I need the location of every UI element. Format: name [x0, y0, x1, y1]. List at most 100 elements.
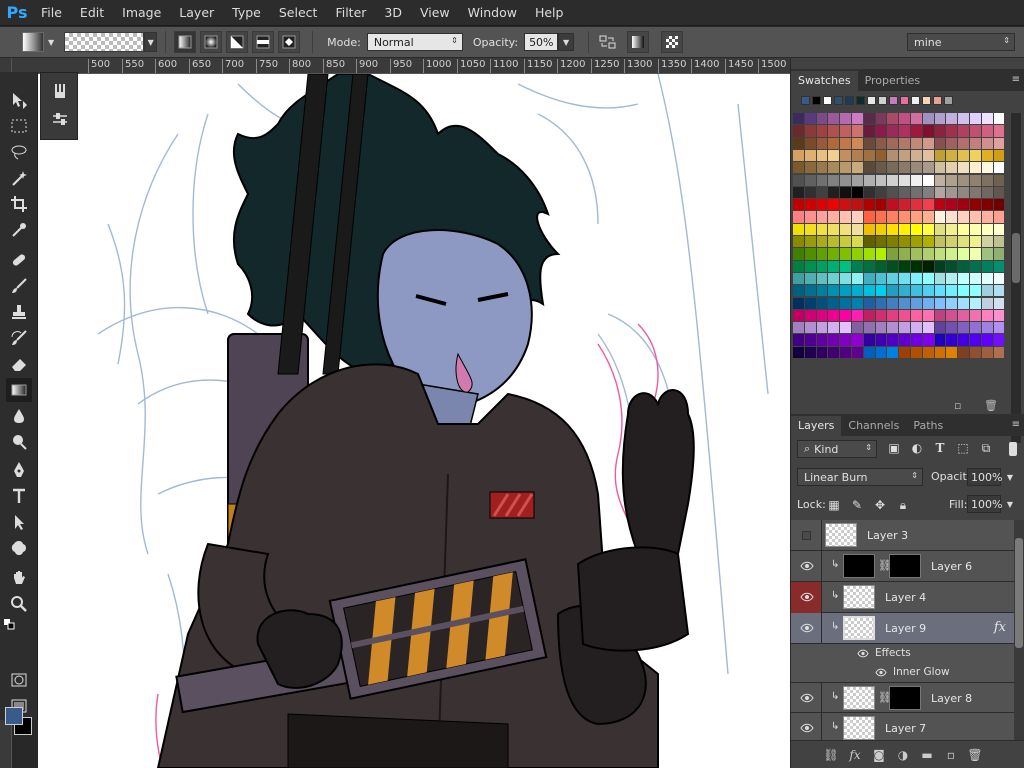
shape-filter-icon[interactable]: ⬚	[954, 439, 972, 457]
color-swatch[interactable]	[852, 297, 863, 309]
color-swatch[interactable]	[911, 260, 922, 272]
swatches-scrollbar[interactable]	[1011, 113, 1021, 443]
color-swatch[interactable]	[922, 223, 934, 235]
pen-tool[interactable]	[6, 458, 32, 482]
marquee-tool[interactable]	[6, 114, 32, 138]
move-tool[interactable]	[6, 88, 32, 112]
color-swatch[interactable]	[852, 162, 863, 174]
color-swatch[interactable]	[840, 223, 851, 235]
color-swatch[interactable]	[981, 248, 993, 260]
color-swatch[interactable]	[887, 186, 899, 199]
color-swatch[interactable]	[816, 223, 828, 235]
color-swatch[interactable]	[816, 334, 828, 346]
color-swatch[interactable]	[946, 334, 958, 346]
layer-name[interactable]: Layer 7	[885, 722, 926, 735]
color-swatch[interactable]	[970, 285, 981, 297]
recent-swatch[interactable]	[944, 96, 953, 105]
adjustment-filter-icon[interactable]: ◐	[908, 439, 926, 457]
color-swatch[interactable]	[911, 334, 922, 346]
color-swatch[interactable]	[840, 137, 851, 149]
color-swatch[interactable]	[840, 346, 851, 358]
fill-input[interactable]: 100%	[967, 495, 1002, 513]
color-swatch[interactable]	[993, 248, 1005, 260]
color-swatch[interactable]	[934, 162, 946, 174]
adjustment-layer-icon[interactable]: ◑	[891, 748, 915, 762]
color-swatch[interactable]	[804, 297, 816, 309]
layer-row[interactable]: ↳ Layer 4	[791, 582, 1014, 613]
color-swatch[interactable]	[899, 285, 910, 297]
color-swatch[interactable]	[911, 125, 922, 137]
layer-name[interactable]: Layer 6	[931, 560, 972, 573]
color-swatch[interactable]	[934, 125, 946, 137]
color-swatch[interactable]	[840, 334, 851, 346]
color-swatch[interactable]	[993, 199, 1005, 211]
visibility-toggle[interactable]	[791, 613, 822, 644]
mode-select[interactable]: Normal ⇕	[366, 33, 463, 51]
lock-transparency-icon[interactable]: ▦	[825, 496, 843, 514]
color-swatch[interactable]	[875, 149, 887, 162]
color-swatch[interactable]	[828, 186, 840, 199]
color-swatch[interactable]	[899, 211, 910, 223]
radial-gradient-button[interactable]	[200, 31, 223, 53]
color-swatch[interactable]	[816, 322, 828, 334]
color-swatch[interactable]	[934, 236, 946, 248]
color-swatch[interactable]	[899, 186, 910, 199]
color-swatch[interactable]	[958, 309, 969, 322]
color-swatch[interactable]	[946, 125, 958, 137]
color-swatch[interactable]	[993, 346, 1005, 358]
color-swatch[interactable]	[804, 260, 816, 272]
new-layer-icon[interactable]: ▫	[939, 748, 963, 762]
add-style-icon[interactable]: fx	[843, 748, 867, 762]
color-swatch[interactable]	[899, 248, 910, 260]
chevron-down-icon[interactable]: ▼	[48, 38, 54, 47]
color-swatch[interactable]	[899, 125, 910, 137]
color-swatch[interactable]	[887, 260, 899, 272]
scroll-thumb[interactable]	[1015, 538, 1023, 648]
color-swatch[interactable]	[970, 162, 981, 174]
opacity-dropdown-icon[interactable]: ▼	[1003, 468, 1017, 486]
healing-brush-tool[interactable]	[6, 248, 32, 272]
color-swatch[interactable]	[946, 211, 958, 223]
color-swatch[interactable]	[970, 223, 981, 235]
color-swatch[interactable]	[887, 137, 899, 149]
color-swatch[interactable]	[840, 260, 851, 272]
color-swatch[interactable]	[828, 334, 840, 346]
color-swatch[interactable]	[970, 137, 981, 149]
color-swatch[interactable]	[946, 223, 958, 235]
color-swatch[interactable]	[981, 309, 993, 322]
diamond-gradient-button[interactable]	[278, 31, 301, 53]
color-swatch[interactable]	[840, 272, 851, 285]
color-swatch[interactable]	[840, 248, 851, 260]
default-colors-icon[interactable]	[4, 618, 16, 632]
color-swatch[interactable]	[993, 322, 1005, 334]
recent-swatch[interactable]	[922, 96, 931, 105]
color-swatch[interactable]	[946, 149, 958, 162]
color-swatch[interactable]	[793, 199, 804, 211]
color-swatch[interactable]	[793, 322, 804, 334]
magic-wand-tool[interactable]	[6, 166, 32, 190]
color-swatch[interactable]	[958, 322, 969, 334]
color-swatch[interactable]	[863, 285, 875, 297]
color-swatch[interactable]	[863, 174, 875, 186]
color-swatch[interactable]	[958, 174, 969, 186]
color-swatch[interactable]	[946, 113, 958, 125]
color-swatch[interactable]	[804, 309, 816, 322]
color-swatch[interactable]	[816, 297, 828, 309]
brush-preset-tool[interactable]	[47, 79, 73, 103]
color-swatch[interactable]	[828, 285, 840, 297]
color-swatch[interactable]	[922, 113, 934, 125]
color-swatch[interactable]	[887, 149, 899, 162]
color-swatch[interactable]	[899, 322, 910, 334]
color-swatch[interactable]	[887, 113, 899, 125]
color-swatch[interactable]	[840, 285, 851, 297]
color-swatch[interactable]	[875, 113, 887, 125]
color-swatch[interactable]	[863, 272, 875, 285]
color-swatch[interactable]	[934, 297, 946, 309]
tab-paths[interactable]: Paths	[906, 416, 950, 436]
color-swatch[interactable]	[899, 346, 910, 358]
color-swatch[interactable]	[852, 248, 863, 260]
color-swatch[interactable]	[816, 285, 828, 297]
link-layers-icon[interactable]: ⛓	[819, 748, 843, 762]
color-swatch[interactable]	[981, 211, 993, 223]
color-swatch[interactable]	[852, 186, 863, 199]
